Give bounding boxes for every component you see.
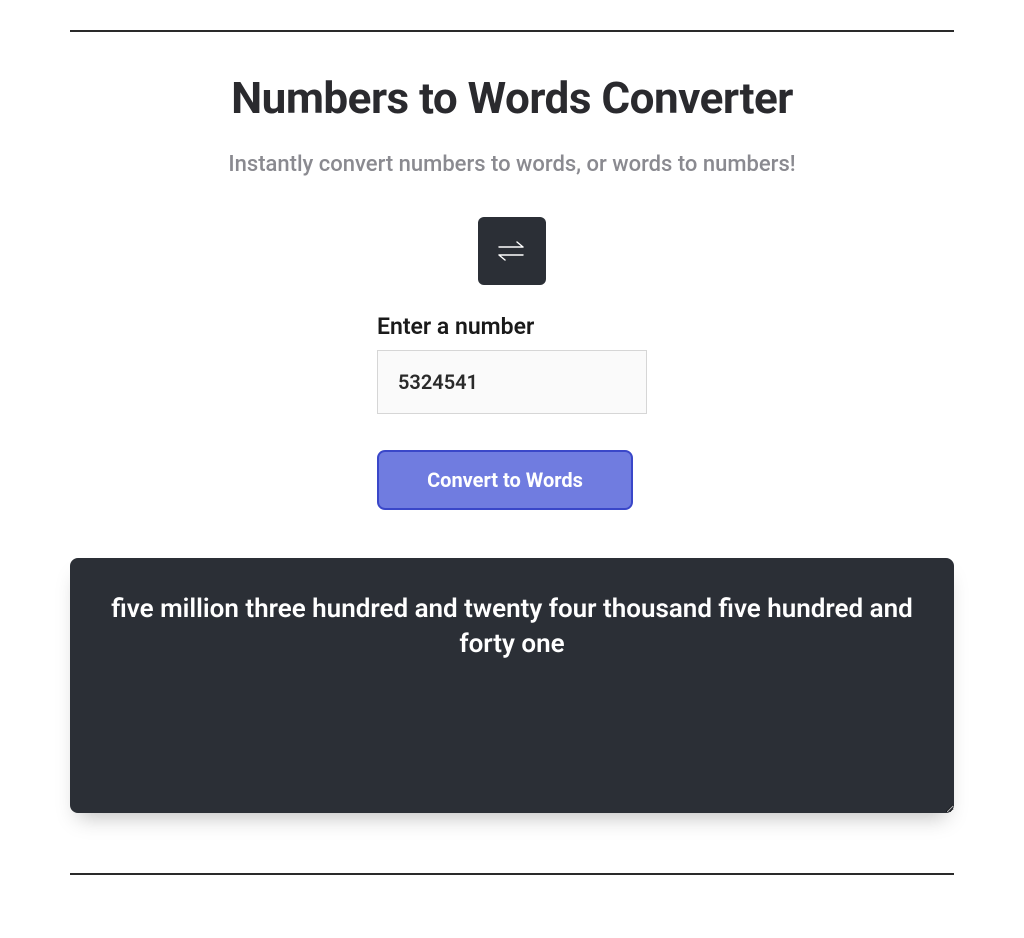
page-title: Numbers to Words Converter	[70, 72, 954, 124]
number-input[interactable]	[377, 350, 647, 414]
top-divider	[70, 30, 954, 32]
swap-arrows-icon	[497, 240, 527, 262]
convert-button[interactable]: Convert to Words	[377, 450, 633, 510]
output-textarea[interactable]	[70, 558, 954, 813]
bottom-divider	[70, 873, 954, 875]
input-label: Enter a number	[377, 313, 647, 340]
subtitle: Instantly convert numbers to words, or w…	[70, 152, 954, 177]
swap-button[interactable]	[478, 217, 546, 285]
